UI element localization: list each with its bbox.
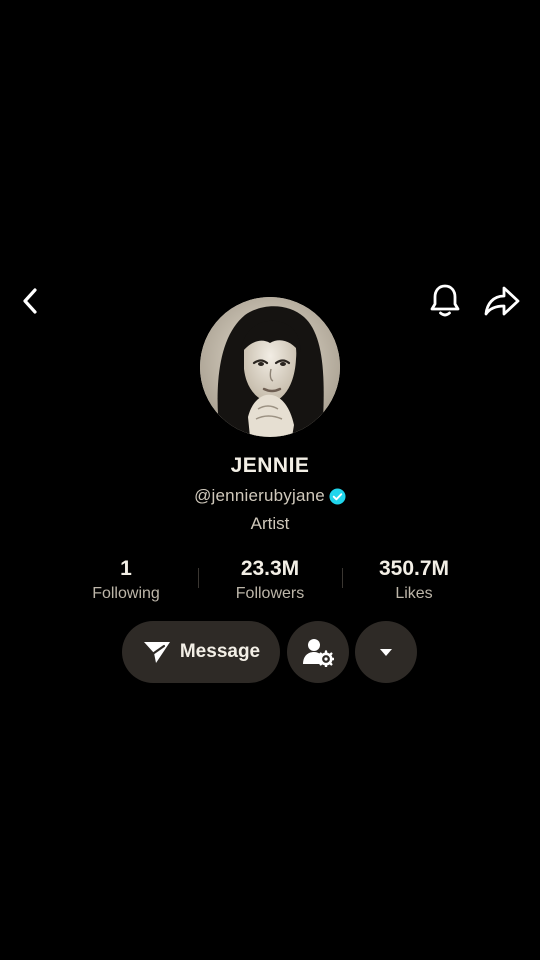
- stat-label: Following: [92, 585, 160, 602]
- caret-down-icon: [380, 649, 392, 656]
- profile-stats: 1 Following 23.3M Followers 350.7M Likes: [0, 556, 540, 606]
- bell-icon: [430, 284, 460, 317]
- more-options-button[interactable]: [355, 621, 417, 683]
- share-arrow-icon: [484, 286, 520, 316]
- profile-name: JENNIE: [230, 454, 310, 477]
- chevron-left-icon: [23, 288, 37, 314]
- profile-actions: Message: [0, 621, 540, 683]
- verified-badge-icon: [329, 487, 346, 505]
- user-settings-icon: [303, 639, 334, 667]
- stat-value: 23.3M: [240, 557, 300, 580]
- share-button[interactable]: [482, 282, 522, 320]
- stat-following[interactable]: 1 Following: [56, 556, 196, 606]
- stat-followers[interactable]: 23.3M Followers: [200, 556, 340, 606]
- stat-divider: [342, 568, 343, 588]
- profile-handle: @jennierubyjane: [194, 486, 325, 505]
- friends-settings-button[interactable]: [287, 621, 349, 683]
- message-label: Message: [179, 641, 261, 662]
- avatar[interactable]: [200, 297, 340, 437]
- stat-likes[interactable]: 350.7M Likes: [344, 556, 484, 606]
- avatar-image: [200, 297, 340, 437]
- stat-value: 1: [120, 557, 132, 580]
- profile-bio: Artist: [250, 514, 290, 533]
- message-button[interactable]: Message: [122, 621, 280, 683]
- stat-label: Likes: [395, 585, 433, 602]
- profile-screen: JENNIE @jennierubyjane Artist 1 Followin…: [0, 0, 540, 960]
- handle-row: @jennierubyjane: [0, 486, 540, 506]
- notification-bell-button[interactable]: [426, 282, 464, 320]
- back-button[interactable]: [12, 283, 48, 319]
- paper-plane-icon: [143, 642, 170, 663]
- stat-divider: [198, 568, 199, 588]
- stat-value: 350.7M: [378, 557, 450, 580]
- stat-label: Followers: [235, 585, 305, 602]
